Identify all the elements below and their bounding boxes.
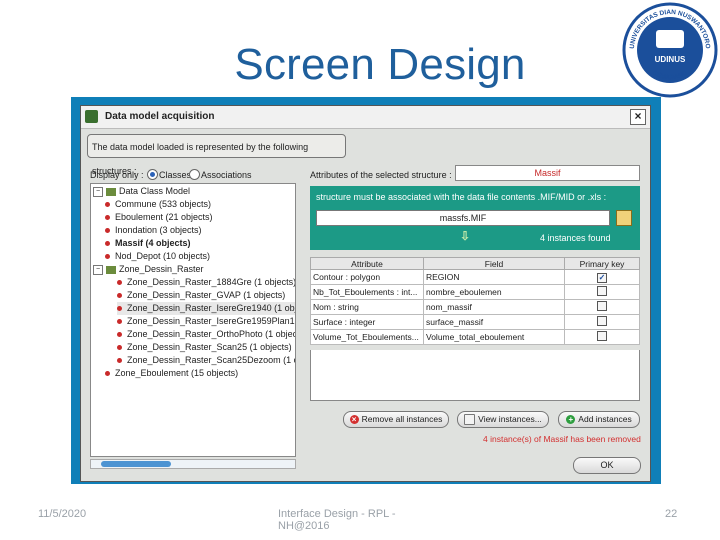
- group-icon: [106, 265, 116, 274]
- tree-horizontal-scrollbar[interactable]: [90, 459, 296, 469]
- class-tree[interactable]: − Data Class Model Commune (533 objects) …: [90, 183, 296, 457]
- tree-item[interactable]: Eboulement (21 objects): [105, 211, 213, 224]
- class-bullet-icon: [117, 306, 122, 312]
- window-titlebar[interactable]: Data model acquisition ×: [81, 106, 650, 129]
- collapse-icon[interactable]: −: [93, 264, 103, 275]
- attributes-label: Attributes of the selected structure :: [310, 170, 452, 180]
- class-bullet-icon: [105, 371, 110, 377]
- class-bullet-icon: [117, 293, 122, 299]
- table-row[interactable]: Contour : polygon REGION ✓: [310, 269, 640, 285]
- table-row[interactable]: Surface : integer surface_massif: [310, 314, 640, 330]
- primary-key-checkbox[interactable]: [597, 316, 607, 326]
- data-model-window: Data model acquisition × The data model …: [80, 105, 651, 482]
- primary-key-checkbox[interactable]: ✓: [597, 272, 607, 283]
- tree-item-selected[interactable]: Massif (4 objects): [105, 237, 191, 250]
- university-logo: UDINUS UNIVERSITAS DIAN NUSWANTORO SEMAR…: [622, 2, 718, 98]
- add-icon: +: [566, 415, 576, 425]
- class-bullet-icon: [105, 202, 110, 208]
- class-bullet-icon: [117, 332, 122, 338]
- associations-radio[interactable]: [189, 169, 200, 180]
- status-message: 4 instance(s) of Massif has been removed: [483, 434, 641, 444]
- tree-item[interactable]: Inondation (3 objects): [105, 224, 202, 237]
- class-bullet-icon: [117, 345, 122, 351]
- primary-key-checkbox[interactable]: [597, 331, 607, 341]
- association-panel: structure must be associated with the da…: [310, 186, 640, 250]
- column-header[interactable]: Attribute: [310, 257, 424, 270]
- attribute-table: Attribute Field Primary key Contour : po…: [310, 257, 640, 345]
- association-message: structure must be associated with the da…: [316, 192, 607, 202]
- tree-root[interactable]: − Data Class Model: [93, 185, 190, 198]
- primary-key-checkbox[interactable]: [597, 301, 607, 311]
- close-button[interactable]: ×: [630, 109, 646, 125]
- view-icon: [464, 414, 476, 426]
- tree-item[interactable]: Zone_Dessin_Raster_IsereGre1940 (1 obje: [117, 302, 295, 315]
- column-header[interactable]: Primary key: [564, 257, 640, 270]
- footer-date: 11/5/2020: [38, 508, 87, 520]
- tree-item[interactable]: Zone_Dessin_Raster_OrthoPhoto (1 objec: [117, 328, 295, 341]
- collapse-icon[interactable]: −: [93, 186, 103, 197]
- table-empty-area: [310, 350, 640, 401]
- footer-course: Interface Design - RPL - NH@2016: [278, 508, 396, 532]
- tree-item[interactable]: Zone_Dessin_Raster_GVAP (1 objects): [117, 289, 285, 302]
- remove-all-instances-button[interactable]: × Remove all instances: [343, 411, 449, 428]
- display-label: Display only :: [90, 170, 144, 180]
- svg-text:UDINUS: UDINUS: [655, 55, 686, 64]
- associations-radio-label[interactable]: Associations: [201, 170, 252, 180]
- class-bullet-icon: [117, 280, 122, 286]
- page-number: 22: [665, 508, 678, 520]
- table-row[interactable]: Volume_Tot_Eboulements... Volume_total_e…: [310, 329, 640, 345]
- tree-item[interactable]: Commune (533 objects): [105, 198, 211, 211]
- tree-item[interactable]: Zone_Dessin_Raster_Scan25Dezoom (1 ob: [117, 354, 295, 367]
- file-path-input[interactable]: massfs.MIF: [316, 210, 610, 226]
- window-title: Data model acquisition: [105, 111, 215, 122]
- classes-radio-label[interactable]: Classes: [159, 170, 191, 180]
- folder-icon[interactable]: [616, 210, 632, 226]
- class-bullet-icon: [117, 319, 122, 325]
- tree-item[interactable]: Zone_Dessin_Raster_1884Gre (1 objects): [117, 276, 295, 289]
- class-bullet-icon: [105, 254, 110, 260]
- view-instances-button[interactable]: View instances...: [457, 411, 549, 428]
- tree-item[interactable]: Nod_Depot (10 objects): [105, 250, 210, 263]
- slide-title: Screen Design: [234, 40, 526, 89]
- class-bullet-icon: [105, 228, 110, 234]
- class-bullet-icon: [105, 215, 110, 221]
- ok-button[interactable]: OK: [573, 457, 641, 474]
- scrollbar-thumb[interactable]: [101, 461, 171, 467]
- app-icon: [85, 110, 98, 123]
- classes-radio[interactable]: [147, 169, 158, 180]
- class-bullet-icon: [117, 358, 122, 364]
- tree-item[interactable]: Zone_Dessin_Raster_Scan25 (1 objects): [117, 341, 292, 354]
- tree-group[interactable]: − Zone_Dessin_Raster: [93, 263, 204, 276]
- model-notice: The data model loaded is represented by …: [87, 134, 346, 176]
- add-instances-button[interactable]: + Add instances: [558, 411, 640, 428]
- selected-structure-field: Massif: [455, 165, 640, 181]
- instances-found: 4 instances found: [540, 233, 611, 243]
- remove-icon: ×: [349, 415, 359, 425]
- model-icon: [106, 187, 116, 196]
- column-header[interactable]: Field: [423, 257, 565, 270]
- down-arrow-icon: ⇩: [460, 229, 471, 243]
- screenshot-frame: Data model acquisition × The data model …: [71, 97, 661, 484]
- primary-key-checkbox[interactable]: [597, 286, 607, 296]
- tree-item[interactable]: Zone_Dessin_Raster_IsereGre1959Plan10: [117, 315, 295, 328]
- table-row[interactable]: Nom : string nom_massif: [310, 299, 640, 315]
- tree-item[interactable]: Zone_Eboulement (15 objects): [105, 367, 238, 380]
- class-bullet-icon: [105, 241, 110, 247]
- table-row[interactable]: Nb_Tot_Eboulements : int... nombre_eboul…: [310, 284, 640, 300]
